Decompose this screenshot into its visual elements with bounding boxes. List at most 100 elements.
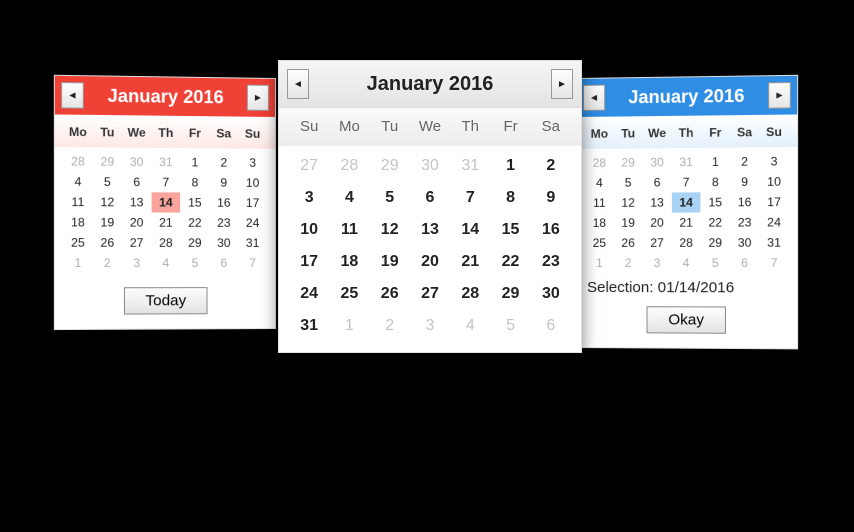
day-cell[interactable]: 31 bbox=[151, 152, 180, 172]
day-cell[interactable]: 12 bbox=[614, 193, 643, 213]
day-cell[interactable]: 30 bbox=[730, 233, 759, 253]
day-cell[interactable]: 16 bbox=[730, 192, 759, 212]
day-cell[interactable]: 28 bbox=[329, 150, 369, 182]
day-cell[interactable]: 11 bbox=[63, 192, 92, 212]
day-cell[interactable]: 27 bbox=[122, 233, 151, 253]
day-cell[interactable]: 8 bbox=[701, 172, 730, 192]
day-cell[interactable]: 14 bbox=[672, 192, 701, 212]
day-cell[interactable]: 15 bbox=[180, 192, 209, 212]
day-cell[interactable]: 9 bbox=[531, 182, 571, 214]
day-cell[interactable]: 31 bbox=[289, 310, 329, 342]
day-cell[interactable]: 2 bbox=[370, 310, 410, 342]
day-cell[interactable]: 8 bbox=[180, 172, 209, 192]
day-cell[interactable]: 5 bbox=[490, 310, 530, 342]
next-month-button[interactable]: ► bbox=[768, 82, 791, 109]
day-cell[interactable]: 26 bbox=[614, 233, 643, 253]
day-cell[interactable]: 22 bbox=[701, 212, 730, 232]
next-month-button[interactable]: ► bbox=[551, 69, 573, 99]
day-cell[interactable]: 21 bbox=[151, 212, 180, 232]
day-cell[interactable]: 1 bbox=[63, 253, 92, 273]
day-cell[interactable]: 23 bbox=[209, 213, 238, 233]
day-cell[interactable]: 8 bbox=[490, 182, 530, 214]
day-cell[interactable]: 11 bbox=[329, 214, 369, 246]
day-cell[interactable]: 30 bbox=[122, 152, 151, 172]
day-cell[interactable]: 24 bbox=[238, 213, 267, 233]
day-cell[interactable]: 3 bbox=[410, 310, 450, 342]
day-cell[interactable]: 7 bbox=[759, 253, 788, 273]
day-cell[interactable]: 10 bbox=[759, 171, 788, 191]
day-cell[interactable]: 26 bbox=[93, 233, 122, 253]
day-cell[interactable]: 7 bbox=[238, 253, 267, 273]
day-cell[interactable]: 3 bbox=[238, 153, 267, 173]
day-cell[interactable]: 14 bbox=[450, 214, 490, 246]
day-cell[interactable]: 9 bbox=[730, 172, 759, 192]
day-cell[interactable]: 3 bbox=[122, 253, 151, 273]
day-cell[interactable]: 5 bbox=[701, 253, 730, 273]
okay-button[interactable]: Okay bbox=[647, 306, 725, 334]
day-cell[interactable]: 5 bbox=[614, 173, 643, 193]
day-cell[interactable]: 10 bbox=[289, 214, 329, 246]
day-cell[interactable]: 4 bbox=[672, 253, 701, 273]
day-cell[interactable]: 27 bbox=[643, 233, 672, 253]
day-cell[interactable]: 28 bbox=[672, 233, 701, 253]
day-cell[interactable]: 29 bbox=[490, 278, 530, 310]
day-cell[interactable]: 29 bbox=[701, 233, 730, 253]
day-cell[interactable]: 5 bbox=[93, 172, 122, 192]
day-cell[interactable]: 20 bbox=[122, 212, 151, 232]
day-cell[interactable]: 2 bbox=[730, 151, 759, 171]
prev-month-button[interactable]: ◄ bbox=[287, 69, 309, 99]
day-cell[interactable]: 6 bbox=[410, 182, 450, 214]
day-cell[interactable]: 4 bbox=[329, 182, 369, 214]
day-cell[interactable]: 7 bbox=[151, 172, 180, 192]
day-cell[interactable]: 24 bbox=[759, 212, 788, 232]
day-cell[interactable]: 2 bbox=[614, 253, 643, 273]
day-cell[interactable]: 29 bbox=[370, 150, 410, 182]
day-cell[interactable]: 2 bbox=[93, 253, 122, 273]
day-cell[interactable]: 17 bbox=[238, 193, 267, 213]
day-cell[interactable]: 9 bbox=[209, 173, 238, 193]
day-cell[interactable]: 6 bbox=[730, 253, 759, 273]
day-cell[interactable]: 3 bbox=[759, 151, 788, 172]
day-cell[interactable]: 31 bbox=[672, 152, 701, 172]
day-cell[interactable]: 4 bbox=[450, 310, 490, 342]
day-cell[interactable]: 21 bbox=[450, 246, 490, 278]
day-cell[interactable]: 6 bbox=[531, 310, 571, 342]
day-cell[interactable]: 17 bbox=[759, 192, 788, 212]
day-cell[interactable]: 7 bbox=[450, 182, 490, 214]
day-cell[interactable]: 16 bbox=[209, 193, 238, 213]
day-cell[interactable]: 16 bbox=[531, 214, 571, 246]
day-cell[interactable]: 6 bbox=[122, 172, 151, 192]
day-cell[interactable]: 2 bbox=[531, 150, 571, 182]
day-cell[interactable]: 20 bbox=[410, 246, 450, 278]
day-cell[interactable]: 29 bbox=[93, 151, 122, 171]
day-cell[interactable]: 1 bbox=[329, 310, 369, 342]
next-month-button[interactable]: ► bbox=[247, 85, 269, 111]
day-cell[interactable]: 28 bbox=[151, 233, 180, 253]
day-cell[interactable]: 5 bbox=[370, 182, 410, 214]
day-cell[interactable]: 19 bbox=[370, 246, 410, 278]
day-cell[interactable]: 15 bbox=[701, 192, 730, 212]
day-cell[interactable]: 18 bbox=[329, 246, 369, 278]
day-cell[interactable]: 6 bbox=[209, 253, 238, 273]
day-cell[interactable]: 30 bbox=[643, 152, 672, 172]
day-cell[interactable]: 1 bbox=[180, 152, 209, 172]
day-cell[interactable]: 14 bbox=[151, 192, 180, 212]
day-cell[interactable]: 24 bbox=[289, 278, 329, 310]
day-cell[interactable]: 5 bbox=[180, 253, 209, 273]
day-cell[interactable]: 19 bbox=[93, 212, 122, 232]
day-cell[interactable]: 18 bbox=[585, 213, 614, 233]
day-cell[interactable]: 4 bbox=[63, 171, 92, 191]
day-cell[interactable]: 1 bbox=[585, 253, 614, 273]
day-cell[interactable]: 13 bbox=[122, 192, 151, 212]
day-cell[interactable]: 7 bbox=[672, 172, 701, 192]
day-cell[interactable]: 30 bbox=[209, 233, 238, 253]
day-cell[interactable]: 28 bbox=[585, 153, 614, 173]
day-cell[interactable]: 29 bbox=[614, 152, 643, 172]
day-cell[interactable]: 4 bbox=[585, 173, 614, 193]
day-cell[interactable]: 28 bbox=[450, 278, 490, 310]
day-cell[interactable]: 27 bbox=[410, 278, 450, 310]
day-cell[interactable]: 12 bbox=[370, 214, 410, 246]
day-cell[interactable]: 28 bbox=[63, 151, 92, 172]
day-cell[interactable]: 17 bbox=[289, 246, 329, 278]
day-cell[interactable]: 19 bbox=[614, 213, 643, 233]
